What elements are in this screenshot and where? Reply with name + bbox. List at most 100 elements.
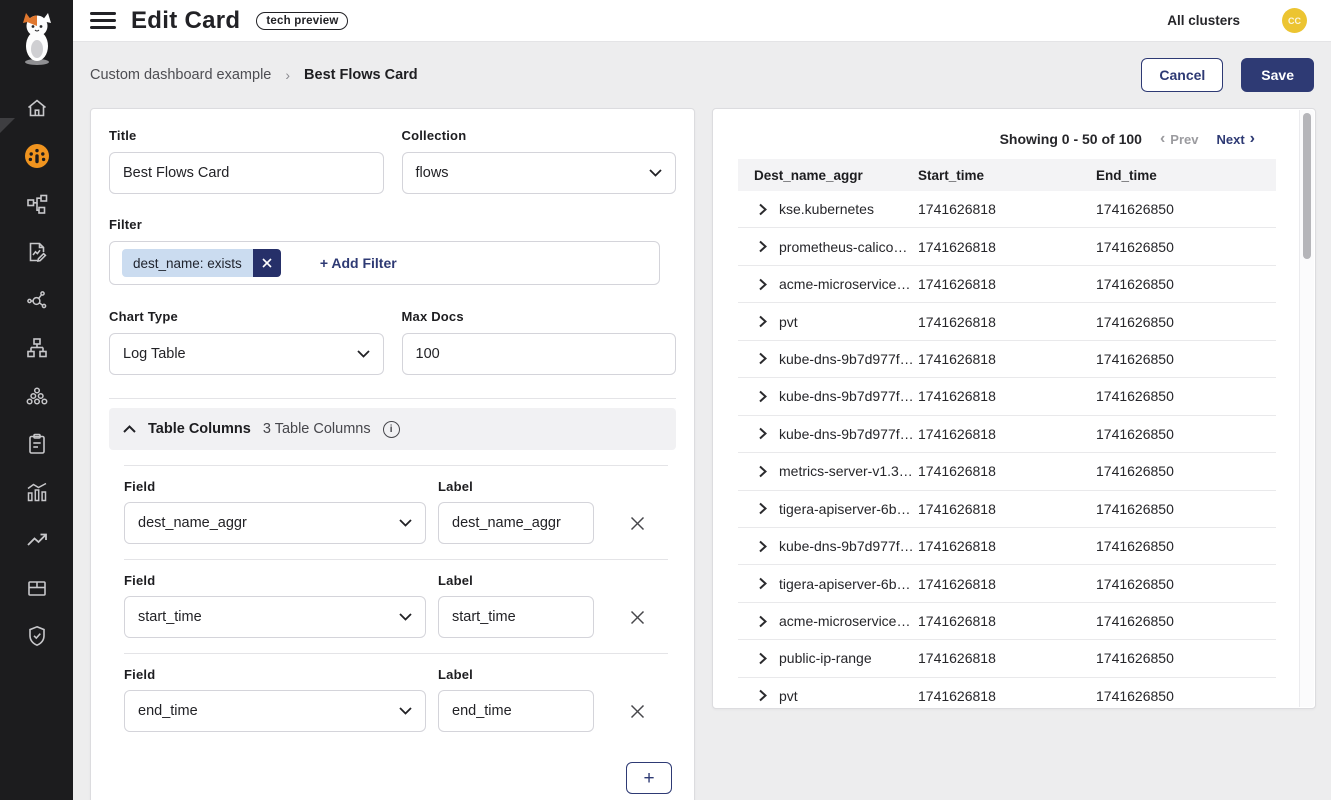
max-docs-label: Max Docs	[402, 309, 677, 324]
sidebar-item-compliance[interactable]	[17, 420, 57, 468]
dest-name-cell: kse.kubernetes	[779, 201, 874, 217]
sidebar-item-policies[interactable]	[17, 228, 57, 276]
breadcrumb-parent-link[interactable]: Custom dashboard example	[90, 67, 271, 83]
sidebar-item-workloads[interactable]	[17, 372, 57, 420]
label-input[interactable]	[438, 690, 594, 732]
filter-input-area[interactable]: dest_name: exists + Add Filter	[109, 241, 660, 285]
end-time-cell: 1741626850	[1096, 688, 1276, 704]
expand-row-icon	[759, 652, 767, 665]
end-time-cell: 1741626850	[1096, 314, 1276, 330]
expand-row-icon	[759, 278, 767, 291]
cancel-button[interactable]: Cancel	[1141, 58, 1223, 92]
results-scrollbar[interactable]	[1299, 110, 1314, 707]
close-icon	[262, 258, 272, 268]
end-time-cell: 1741626850	[1096, 613, 1276, 629]
title-input[interactable]	[109, 152, 384, 194]
expand-row-icon	[759, 427, 767, 440]
column-field-group: Field end_time	[124, 667, 426, 732]
showing-count: Showing 0 - 50 of 100	[1000, 131, 1142, 147]
table-row[interactable]: tigera-apiserver-6b… 1741626818 17416268…	[738, 565, 1276, 602]
field-select[interactable]: end_time	[124, 690, 426, 732]
sidebar-item-network-sets[interactable]	[17, 324, 57, 372]
table-body: kse.kubernetes 1741626818 1741626850 pro…	[738, 191, 1276, 708]
column-label-group: Label	[438, 667, 594, 732]
max-docs-input[interactable]	[402, 333, 677, 375]
results-preview-card: Showing 0 - 50 of 100 ‹ Prev Next › Dest…	[712, 108, 1316, 709]
remove-column-button[interactable]	[614, 502, 660, 544]
remove-filter-button[interactable]	[253, 249, 281, 277]
expand-row-icon	[759, 540, 767, 553]
subheader: Custom dashboard example › Best Flows Ca…	[73, 42, 1331, 108]
expand-row-icon	[759, 203, 767, 216]
field-select[interactable]: start_time	[124, 596, 426, 638]
start-time-cell: 1741626818	[918, 201, 1096, 217]
table-columns-section-header[interactable]: Table Columns 3 Table Columns i	[109, 408, 676, 450]
shield-check-icon	[25, 624, 49, 648]
chevron-left-icon: ‹	[1160, 131, 1165, 147]
table-row[interactable]: kse.kubernetes 1741626818 1741626850	[738, 191, 1276, 228]
sidebar-item-nodes[interactable]	[17, 276, 57, 324]
expand-row-icon	[759, 502, 767, 515]
sidebar-item-service-graph[interactable]	[17, 180, 57, 228]
scrollbar-thumb[interactable]	[1303, 113, 1311, 259]
table-row[interactable]: metrics-server-v1.3… 1741626818 17416268…	[738, 453, 1276, 490]
table-row[interactable]: kube-dns-9b7d977f… 1741626818 1741626850	[738, 528, 1276, 565]
table-row[interactable]: kube-dns-9b7d977f… 1741626818 1741626850	[738, 378, 1276, 415]
table-row[interactable]: public-ip-range 1741626818 1741626850	[738, 640, 1276, 677]
column-header-start-time: Start_time	[918, 168, 1096, 183]
table-row[interactable]: kube-dns-9b7d977f… 1741626818 1741626850	[738, 341, 1276, 378]
end-time-cell: 1741626850	[1096, 650, 1276, 666]
table-row[interactable]: prometheus-calico… 1741626818 1741626850	[738, 228, 1276, 265]
dest-name-cell: pvt	[779, 688, 798, 704]
field-selected-value: dest_name_aggr	[138, 515, 247, 531]
sidebar-item-home[interactable]	[17, 84, 57, 132]
next-button[interactable]: Next ›	[1216, 131, 1255, 147]
info-icon[interactable]: i	[383, 421, 400, 438]
table-row[interactable]: kube-dns-9b7d977f… 1741626818 1741626850	[738, 416, 1276, 453]
chart-type-select[interactable]: Log Table	[109, 333, 384, 375]
start-time-cell: 1741626818	[918, 239, 1096, 255]
cluster-selector[interactable]: All clusters	[1167, 13, 1240, 28]
chart-type-selected-value: Log Table	[123, 346, 186, 362]
add-column-button[interactable]: +	[626, 762, 672, 794]
save-button[interactable]: Save	[1241, 58, 1314, 92]
table-row[interactable]: pvt 1741626818 1741626850	[738, 678, 1276, 708]
table-row[interactable]: tigera-apiserver-6b… 1741626818 17416268…	[738, 491, 1276, 528]
dest-name-cell: tigera-apiserver-6b…	[779, 576, 911, 592]
expand-row-icon	[759, 390, 767, 403]
label-input[interactable]	[438, 596, 594, 638]
filter-chip-text: dest_name: exists	[122, 249, 253, 277]
sidebar-item-reports[interactable]	[17, 468, 57, 516]
table-row[interactable]: acme-microservice… 1741626818 1741626850	[738, 266, 1276, 303]
end-time-cell: 1741626850	[1096, 276, 1276, 292]
breadcrumb-separator-icon: ›	[285, 67, 290, 83]
sidebar-item-alerts[interactable]	[17, 516, 57, 564]
end-time-cell: 1741626850	[1096, 501, 1276, 517]
sidebar-item-packet-capture[interactable]	[17, 564, 57, 612]
collection-select[interactable]: flows	[402, 152, 677, 194]
end-time-cell: 1741626850	[1096, 201, 1276, 217]
sidebar-nav	[0, 84, 73, 660]
end-time-cell: 1741626850	[1096, 463, 1276, 479]
field-selected-value: end_time	[138, 703, 198, 719]
field-select[interactable]: dest_name_aggr	[124, 502, 426, 544]
add-filter-button[interactable]: + Add Filter	[320, 255, 397, 271]
remove-column-button[interactable]	[614, 596, 660, 638]
start-time-cell: 1741626818	[918, 501, 1096, 517]
filter-field-group: Filter dest_name: exists + Add Filter	[109, 217, 676, 285]
remove-column-button[interactable]	[614, 690, 660, 732]
trend-up-icon	[25, 528, 49, 552]
chevron-down-icon	[399, 613, 412, 621]
calico-cat-logo[interactable]	[15, 8, 59, 66]
prev-button[interactable]: ‹ Prev	[1160, 131, 1199, 147]
results-table: Dest_name_aggr Start_time End_time kse.k…	[738, 159, 1276, 708]
menu-toggle-button[interactable]	[90, 11, 116, 31]
dest-name-cell: tigera-apiserver-6b…	[779, 501, 911, 517]
sidebar-item-threat-defense[interactable]	[17, 612, 57, 660]
table-row[interactable]: acme-microservice… 1741626818 1741626850	[738, 603, 1276, 640]
avatar[interactable]: CC	[1282, 8, 1307, 33]
field-selected-value: start_time	[138, 609, 202, 625]
table-row[interactable]: pvt 1741626818 1741626850	[738, 303, 1276, 340]
sidebar-item-dashboards[interactable]	[17, 132, 57, 180]
label-input[interactable]	[438, 502, 594, 544]
